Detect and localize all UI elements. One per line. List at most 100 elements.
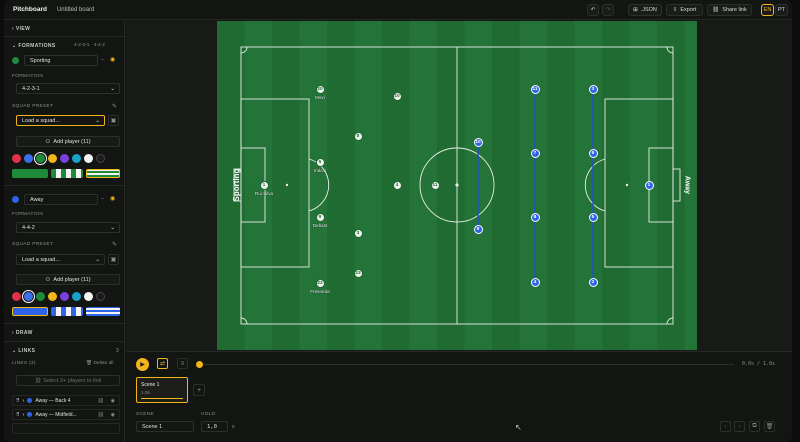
color-swatch[interactable] — [96, 154, 105, 163]
home-player-token[interactable]: 11 — [430, 180, 440, 190]
home-save-squad-button[interactable]: ▣ — [108, 115, 119, 126]
away-player-token[interactable]: 7 — [530, 148, 540, 158]
home-player-token[interactable]: 8 — [353, 131, 363, 141]
away-player-token[interactable]: 11 — [530, 84, 540, 94]
links-section-header[interactable]: ⌄ LINKS — [12, 348, 35, 354]
lang-pt-button[interactable]: PT — [775, 4, 788, 16]
home-player-token[interactable]: 1 — [259, 180, 269, 190]
prev-scene-button[interactable]: ‹ — [720, 421, 731, 432]
color-swatch[interactable] — [36, 292, 45, 301]
timeline-menu-button[interactable]: ≡ — [177, 358, 188, 369]
home-kit-vertical-stripes[interactable] — [51, 169, 83, 178]
color-swatch[interactable] — [72, 154, 81, 163]
home-player-token[interactable]: 23 — [353, 268, 363, 278]
color-swatch[interactable] — [84, 154, 93, 163]
away-visibility-eye-icon[interactable]: ◉ — [110, 195, 115, 202]
eye-icon[interactable]: ◉ — [111, 398, 115, 404]
away-squad-preset-select[interactable]: Load a squad... ⌄ — [16, 254, 105, 265]
color-swatch[interactable] — [72, 292, 81, 301]
sidebar: › VIEW ⌄ FORMATIONS 4-2-3-1 · 4-4-2 Spor… — [4, 21, 125, 442]
formations-section-header[interactable]: ⌄ FORMATIONS — [12, 43, 56, 49]
share-link-button[interactable]: ⛓ Share link — [707, 4, 752, 16]
color-swatch[interactable] — [12, 154, 21, 163]
mouse-cursor-icon: ↖ — [515, 423, 522, 432]
away-kit-solid[interactable] — [12, 307, 48, 316]
pitch[interactable]: Sporting Away 20 Moví 10 8 5 Inácio 1 Rui Silva… — [217, 21, 697, 350]
link-players-hint-button[interactable]: ⛓ Select 2+ players to link — [16, 375, 120, 386]
home-add-player-button[interactable]: ⚇ Add player (11) — [16, 136, 120, 147]
link-icon[interactable]: ⛓ — [98, 412, 104, 418]
color-swatch[interactable] — [24, 154, 33, 163]
hold-input[interactable]: 1,0 — [201, 421, 228, 432]
drag-handle-icon[interactable]: ⠿ — [16, 412, 20, 418]
redo-button[interactable]: ↷ — [602, 4, 614, 16]
links-sub-label: LINKS (3) — [12, 361, 36, 366]
color-swatch[interactable] — [60, 292, 69, 301]
loop-button[interactable]: ⇄ — [157, 358, 168, 369]
away-player-token[interactable]: 8 — [530, 212, 540, 222]
home-visibility-eye-icon[interactable]: ◉ — [110, 56, 115, 63]
link-item[interactable]: ⠿ › Away — Back 4 ⛓ ◉ — [12, 395, 120, 406]
export-button[interactable]: ⇩ Export — [666, 4, 703, 16]
home-player-token[interactable]: 3 — [353, 228, 363, 238]
away-player-token[interactable]: 6 — [588, 148, 598, 158]
drag-handle-icon[interactable]: ⠿ — [16, 398, 20, 404]
edit-pencil-icon[interactable]: ✎ — [112, 103, 117, 110]
color-swatch[interactable] — [60, 154, 69, 163]
home-player-token[interactable]: 20 — [315, 84, 325, 94]
home-player-token[interactable]: 9 — [315, 212, 325, 222]
eye-icon[interactable]: ◉ — [111, 412, 115, 418]
away-player-token[interactable]: 3 — [588, 84, 598, 94]
color-swatch[interactable] — [36, 154, 45, 163]
link-icon[interactable]: ⛓ — [98, 398, 104, 404]
color-swatch[interactable] — [24, 292, 33, 301]
away-add-player-button[interactable]: ⚇ Add player (11) — [16, 274, 120, 285]
away-player-token[interactable]: 5 — [588, 212, 598, 222]
away-team-name-input[interactable]: Away — [24, 194, 98, 205]
play-button[interactable]: ▶ — [136, 358, 149, 371]
link-item[interactable] — [12, 423, 120, 434]
color-swatch[interactable] — [96, 292, 105, 301]
home-team-name-input[interactable]: Sporting — [24, 55, 98, 66]
away-squad-preset-label: SQUAD PRESET — [12, 242, 54, 247]
away-player-token[interactable]: 9 — [473, 224, 483, 234]
home-formation-select[interactable]: 4-2-3-1 ⌄ — [16, 83, 120, 94]
timeline-track[interactable] — [198, 364, 734, 365]
away-kit-hoops[interactable] — [86, 307, 120, 316]
color-swatch[interactable] — [12, 292, 21, 301]
delete-all-links-button[interactable]: 🗑 Delete all — [86, 361, 113, 366]
home-player-token[interactable]: 5 — [315, 157, 325, 167]
away-player-token[interactable]: 1 — [644, 180, 654, 190]
delete-scene-button[interactable]: 🗑 — [764, 421, 775, 432]
color-swatch[interactable] — [84, 292, 93, 301]
json-button[interactable]: ⊞ .JSON — [628, 4, 662, 16]
color-swatch[interactable] — [48, 154, 57, 163]
draw-section-header[interactable]: › DRAW — [12, 330, 33, 336]
scene-name-input[interactable]: Scene 1 — [136, 421, 194, 432]
home-squad-preset-select[interactable]: Load a squad... ⌄ — [16, 115, 105, 126]
board-name[interactable]: Untitled board — [57, 7, 94, 13]
timeline-playhead[interactable] — [196, 361, 203, 368]
home-kit-solid[interactable] — [12, 169, 48, 178]
home-kit-hoops[interactable] — [86, 169, 120, 178]
add-scene-button[interactable]: + — [193, 384, 205, 396]
duplicate-scene-button[interactable]: ⧉ — [749, 421, 760, 432]
home-player-token[interactable]: 22 — [315, 278, 325, 288]
view-section-header[interactable]: › VIEW — [12, 26, 30, 32]
edit-pencil-icon[interactable]: ✎ — [112, 241, 117, 248]
away-formation-select[interactable]: 4-4-2 ⌄ — [16, 222, 120, 233]
away-player-token[interactable]: 4 — [530, 277, 540, 287]
link-item[interactable]: ⠿ › Away — Midfield... ⛓ ◉ — [12, 409, 120, 420]
next-scene-button[interactable]: › — [734, 421, 745, 432]
away-player-token[interactable]: 10 — [473, 137, 483, 147]
home-player-name: Debast — [312, 223, 328, 228]
undo-button[interactable]: ↶ — [587, 4, 599, 16]
scene-card[interactable]: Scene 1 1.0s — [136, 377, 188, 403]
color-swatch[interactable] — [48, 292, 57, 301]
lang-en-button[interactable]: EN — [761, 4, 774, 16]
home-player-token[interactable]: 4 — [392, 180, 402, 190]
away-save-squad-button[interactable]: ▣ — [108, 254, 119, 265]
away-player-token[interactable]: 2 — [588, 277, 598, 287]
home-player-token[interactable]: 10 — [392, 91, 402, 101]
away-kit-vertical-stripes[interactable] — [51, 307, 83, 316]
